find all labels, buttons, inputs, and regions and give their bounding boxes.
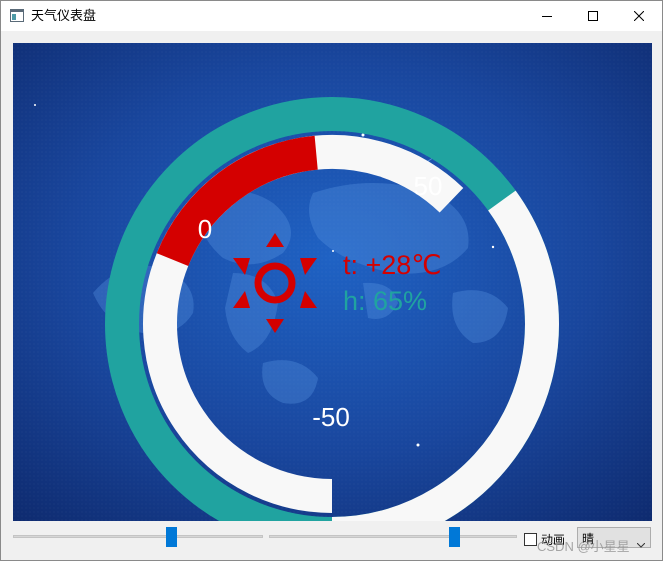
scale-label-minus-fifty: -50: [312, 402, 350, 432]
temperature-slider-handle[interactable]: [166, 527, 177, 547]
scale-label-fifty: 50: [414, 171, 443, 201]
weather-gauge: 0 50 -50 t: +28℃ h: 65%: [13, 43, 652, 521]
watermark: CSDN @小星星: [537, 539, 630, 554]
humidity-readout: h: 65%: [343, 286, 427, 316]
window-title: 天气仪表盘: [31, 8, 97, 23]
minimize-icon: [542, 11, 552, 21]
animation-checkbox[interactable]: [524, 532, 537, 546]
maximize-button[interactable]: [570, 1, 616, 31]
maximize-icon: [588, 11, 598, 21]
temperature-slider-track[interactable]: [13, 535, 263, 538]
close-icon: [634, 11, 644, 21]
humidity-slider-handle[interactable]: [449, 527, 460, 547]
title-bar[interactable]: 天气仪表盘: [1, 1, 662, 31]
app-window: 天气仪表盘 0 50 -50 t: +28℃ h: 65% 动画 晴 CSDN …: [0, 0, 663, 561]
temperature-readout: t: +28℃: [343, 250, 442, 280]
weather-gauge-panel: 0 50 -50 t: +28℃ h: 65%: [13, 43, 652, 521]
close-button[interactable]: [616, 1, 662, 31]
temperature-slider[interactable]: [13, 527, 263, 547]
humidity-slider[interactable]: [269, 527, 517, 547]
app-icon: [10, 9, 24, 22]
scale-label-zero: 0: [198, 214, 212, 244]
humidity-slider-track[interactable]: [269, 535, 517, 538]
minimize-button[interactable]: [524, 1, 570, 31]
chevron-down-icon: [636, 535, 646, 553]
